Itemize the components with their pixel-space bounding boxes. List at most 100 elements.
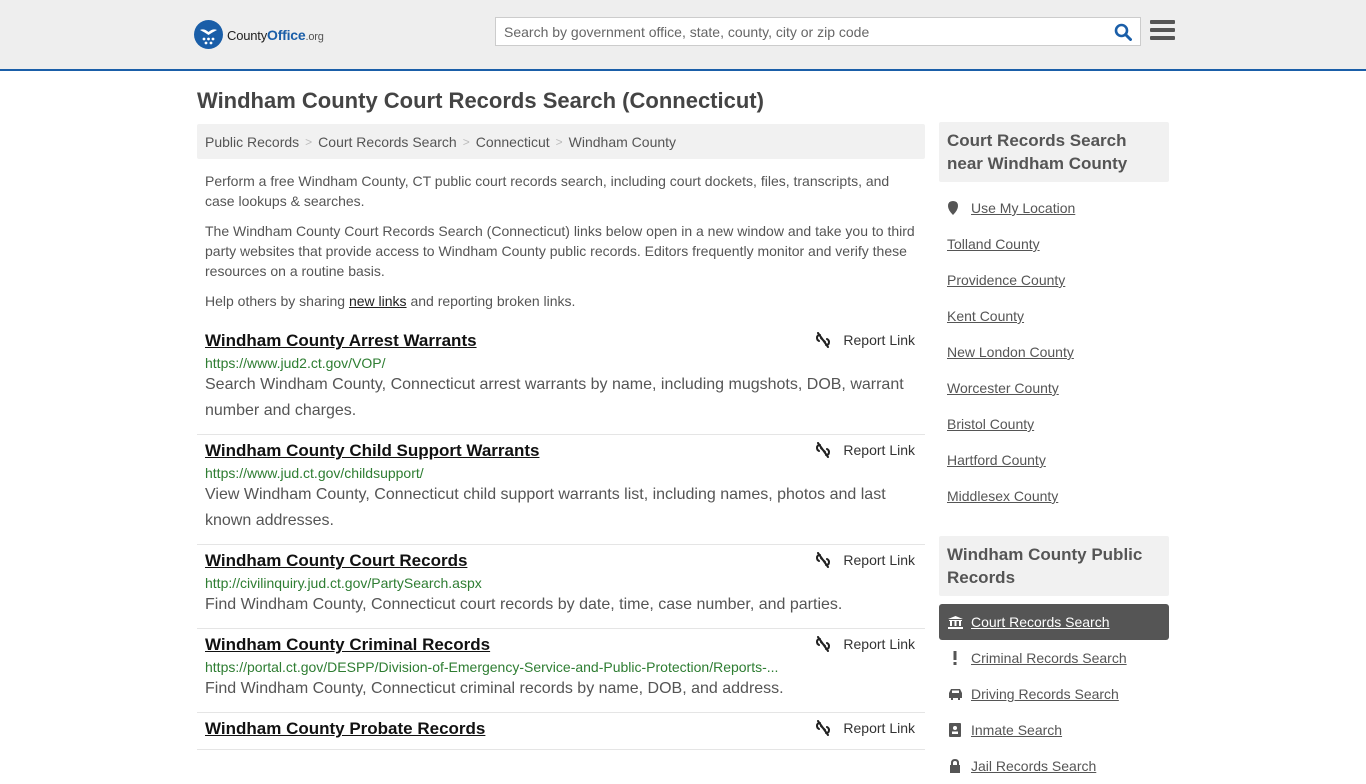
nearby-county-item: Providence County xyxy=(939,262,1169,298)
nearby-county-item: Tolland County xyxy=(939,226,1169,262)
public-record-item-jail[interactable]: Jail Records Search xyxy=(939,748,1169,784)
nearby-county-item: Kent County xyxy=(939,298,1169,334)
nearby-county-item: Hartford County xyxy=(939,442,1169,478)
nearby-county-link[interactable]: Hartford County xyxy=(947,452,1046,468)
map-marker-icon xyxy=(948,201,958,215)
search-button[interactable] xyxy=(1106,18,1140,45)
breadcrumb-separator: > xyxy=(305,134,313,149)
broken-link-icon xyxy=(816,332,831,348)
search-box xyxy=(495,17,1141,46)
public-record-link[interactable]: Driving Records Search xyxy=(971,686,1119,702)
report-link-label: Report Link xyxy=(843,442,915,458)
nearby-county-item: Middlesex County xyxy=(939,478,1169,514)
breadcrumb-windham-county[interactable]: Windham County xyxy=(569,134,676,150)
result-title-link[interactable]: Windham County Child Support Warrants xyxy=(205,441,539,461)
result-title-link[interactable]: Windham County Criminal Records xyxy=(205,635,490,655)
breadcrumb: Public Records > Court Records Search > … xyxy=(197,124,925,159)
car-icon xyxy=(947,688,963,700)
intro-paragraph-1: Perform a free Windham County, CT public… xyxy=(205,173,890,209)
search-icon xyxy=(1114,23,1132,41)
logo-word-office: Office xyxy=(267,26,306,43)
hamburger-menu-button[interactable] xyxy=(1150,20,1175,42)
menu-bar xyxy=(1150,20,1175,24)
sidebar-public-records-heading: Windham County Public Records xyxy=(939,536,1169,596)
nearby-county-item: New London County xyxy=(939,334,1169,370)
page-title: Windham County Court Records Search (Con… xyxy=(197,88,764,113)
courthouse-icon xyxy=(947,615,963,629)
public-record-item-criminal[interactable]: Criminal Records Search xyxy=(939,640,1169,676)
result-description: View Windham County, Connecticut child s… xyxy=(205,486,886,529)
nearby-county-link[interactable]: Worcester County xyxy=(947,380,1059,396)
nearby-county-list: Use My Location Tolland County Providenc… xyxy=(939,190,1169,514)
result-url[interactable]: https://portal.ct.gov/DESPP/Division-of-… xyxy=(205,659,795,675)
public-record-link[interactable]: Inmate Search xyxy=(971,722,1062,738)
sidebar-nearby-heading: Court Records Search near Windham County xyxy=(939,122,1169,182)
public-records-list: Court Records Search Criminal Records Se… xyxy=(939,604,1169,784)
public-record-item-inmate[interactable]: Inmate Search xyxy=(939,712,1169,748)
result-title-link[interactable]: Windham County Arrest Warrants xyxy=(205,331,477,351)
result-url[interactable]: https://www.jud.ct.gov/childsupport/ xyxy=(205,465,795,481)
broken-link-icon xyxy=(816,552,831,568)
public-record-link[interactable]: Criminal Records Search xyxy=(971,650,1127,666)
broken-link-icon xyxy=(816,636,831,652)
logo-text: CountyOffice.org xyxy=(227,27,324,43)
sidebar-nearby: Court Records Search near Windham County… xyxy=(939,122,1169,514)
search-input[interactable] xyxy=(496,18,1106,45)
nearby-county-link[interactable]: Bristol County xyxy=(947,416,1034,432)
broken-link-icon xyxy=(816,720,831,736)
breadcrumb-public-records[interactable]: Public Records xyxy=(205,134,299,150)
result-item: Windham County Child Support Warrants Re… xyxy=(197,435,925,545)
breadcrumb-connecticut[interactable]: Connecticut xyxy=(476,134,550,150)
public-record-link[interactable]: Court Records Search xyxy=(971,614,1110,630)
nearby-county-item: Bristol County xyxy=(939,406,1169,442)
result-url[interactable]: http://civilinquiry.jud.ct.gov/PartySear… xyxy=(205,575,795,591)
nearby-county-link[interactable]: Providence County xyxy=(947,272,1065,288)
menu-bar xyxy=(1150,36,1175,40)
use-my-location-item: Use My Location xyxy=(939,190,1169,226)
sidebar-public-records: Windham County Public Records Court Reco… xyxy=(939,536,1169,784)
result-title-link[interactable]: Windham County Court Records xyxy=(205,551,467,571)
nearby-county-link[interactable]: Tolland County xyxy=(947,236,1040,252)
use-my-location-link[interactable]: Use My Location xyxy=(971,200,1075,216)
report-link-label: Report Link xyxy=(843,552,915,568)
exclamation-icon xyxy=(947,651,963,665)
result-title-link[interactable]: Windham County Probate Records xyxy=(205,719,485,739)
new-links-link[interactable]: new links xyxy=(349,293,407,309)
report-link-button[interactable]: Report Link xyxy=(815,442,915,458)
broken-link-icon xyxy=(816,442,831,458)
public-record-link[interactable]: Jail Records Search xyxy=(971,758,1096,774)
intro-text-after-link: and reporting broken links. xyxy=(406,293,576,309)
report-link-label: Report Link xyxy=(843,720,915,736)
report-link-button[interactable]: Report Link xyxy=(815,720,915,736)
result-item: Windham County Criminal Records Report L… xyxy=(197,629,925,713)
intro-paragraph-2: The Windham County Court Records Search … xyxy=(205,223,915,279)
public-record-item-driving[interactable]: Driving Records Search xyxy=(939,676,1169,712)
report-link-label: Report Link xyxy=(843,636,915,652)
intro-text-before-link: Help others by sharing xyxy=(205,293,349,309)
logo-word-county: County xyxy=(227,27,267,43)
breadcrumb-court-records-search[interactable]: Court Records Search xyxy=(318,134,457,150)
public-record-item-court[interactable]: Court Records Search xyxy=(939,604,1169,640)
nearby-county-link[interactable]: Middlesex County xyxy=(947,488,1058,504)
results-list: Windham County Arrest Warrants Report Li… xyxy=(197,325,925,750)
eagle-logo-icon xyxy=(194,20,223,49)
logo-tld: .org xyxy=(305,30,324,43)
site-logo[interactable]: CountyOffice.org xyxy=(194,20,324,49)
breadcrumb-separator: > xyxy=(555,134,563,149)
result-item: Windham County Probate Records Report Li… xyxy=(197,713,925,750)
top-navbar: CountyOffice.org xyxy=(0,0,1366,71)
report-link-button[interactable]: Report Link xyxy=(815,552,915,568)
nearby-county-link[interactable]: Kent County xyxy=(947,308,1024,324)
report-link-button[interactable]: Report Link xyxy=(815,332,915,348)
result-item: Windham County Arrest Warrants Report Li… xyxy=(197,325,925,435)
nearby-county-item: Worcester County xyxy=(939,370,1169,406)
menu-bar xyxy=(1150,28,1175,32)
result-description: Find Windham County, Connecticut court r… xyxy=(205,596,843,613)
breadcrumb-separator: > xyxy=(462,134,470,149)
report-link-button[interactable]: Report Link xyxy=(815,636,915,652)
id-card-icon xyxy=(947,723,963,737)
result-url[interactable]: https://www.jud2.ct.gov/VOP/ xyxy=(205,355,795,371)
nearby-county-link[interactable]: New London County xyxy=(947,344,1074,360)
lock-icon xyxy=(947,759,963,773)
intro-text: Perform a free Windham County, CT public… xyxy=(205,171,920,321)
